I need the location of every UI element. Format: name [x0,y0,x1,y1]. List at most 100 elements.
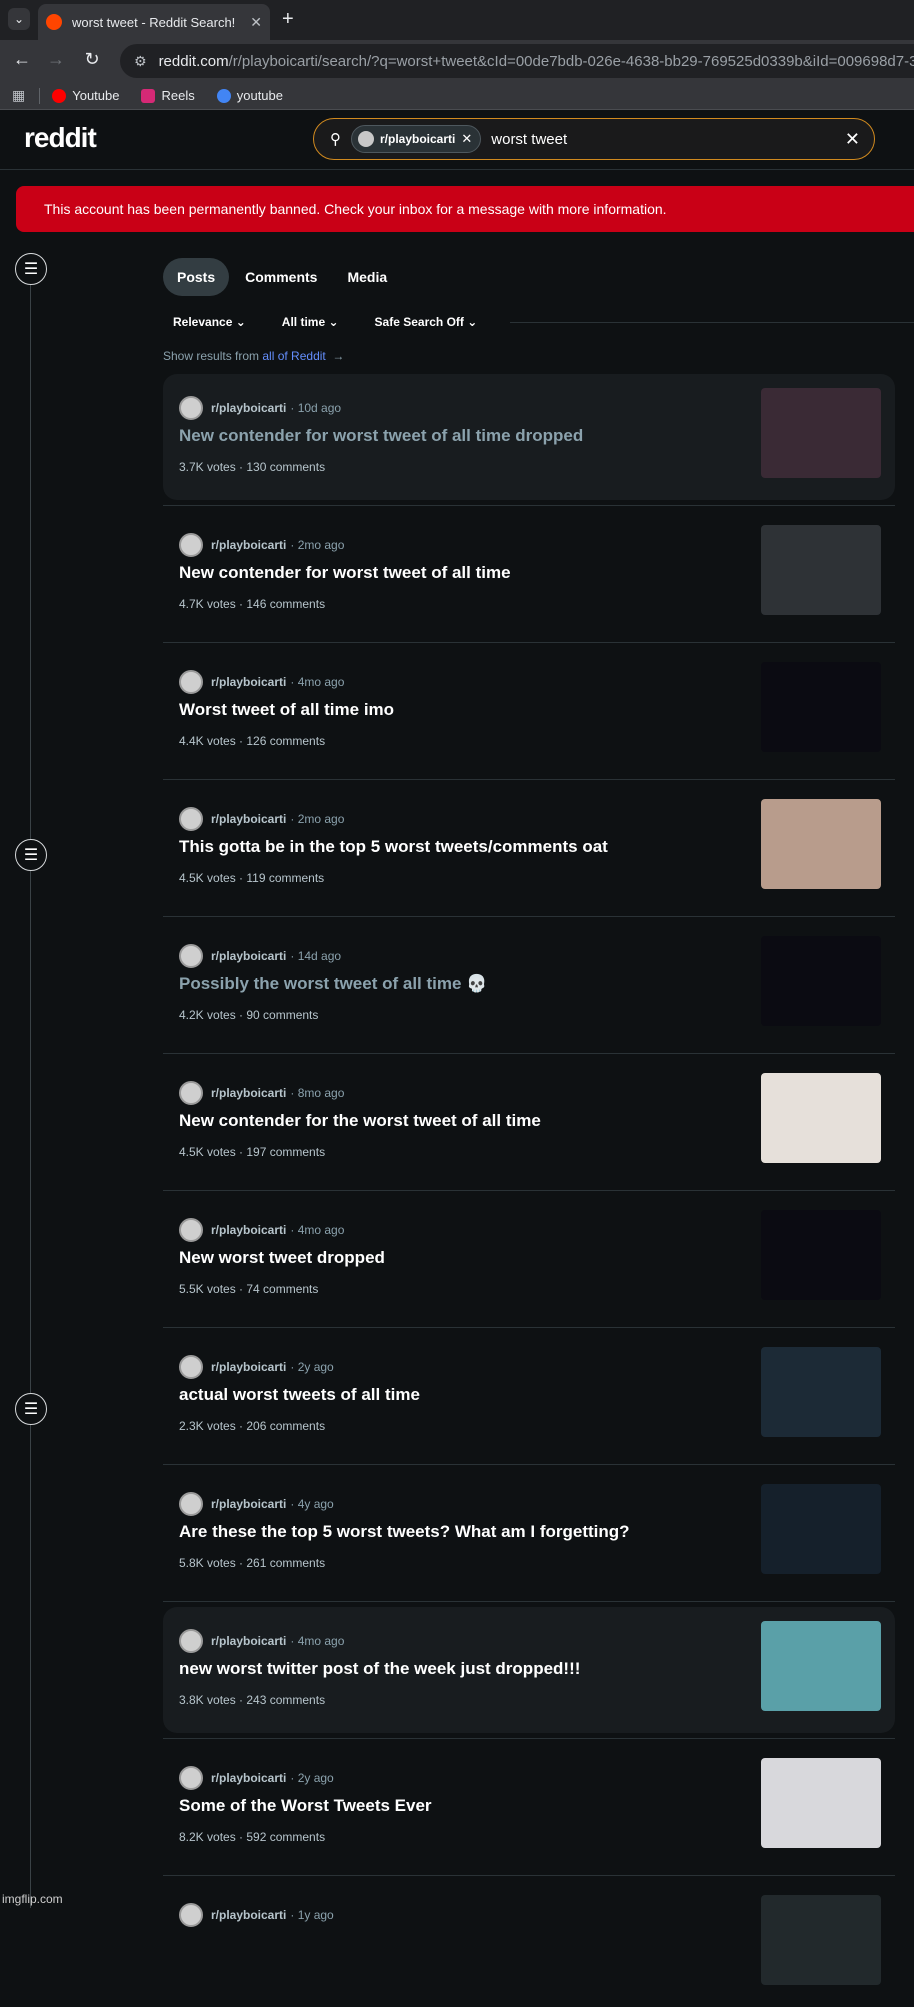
subreddit-name[interactable]: r/playboicarti [211,1223,286,1237]
subreddit-chip-label: r/playboicarti [380,132,455,146]
post-card[interactable]: r/playboicarti· 4mo agoWorst tweet of al… [163,648,895,774]
post-card[interactable]: r/playboicarti · 10d ago New contender for… [163,374,895,500]
post-card[interactable]: r/playboicarti· 14d agoPossibly the wors… [163,922,895,1048]
post-title[interactable]: Are these the top 5 worst tweets? What a… [179,1522,630,1542]
post-card[interactable]: r/playboicarti· 2mo agoNew contender for… [163,511,895,637]
post-subreddit: r/playboicarti· 2y ago [179,1355,334,1379]
subreddit-avatar[interactable] [179,1218,203,1242]
post-stats: 3.7K votes · 130 comments [179,460,325,474]
time-dropdown[interactable]: All time ⌄ [272,310,349,334]
subreddit-name[interactable]: r/playboicarti [211,1497,286,1511]
post-thumbnail[interactable] [761,388,881,478]
subreddit-avatar[interactable] [179,807,203,831]
post-card[interactable]: r/playboicarti· 4y agoAre these the top … [163,1470,895,1596]
bookmark-youtube-2[interactable]: youtube [217,88,283,103]
post-card[interactable]: r/playboicarti· 1y ago [163,1881,895,2007]
post-thumbnail[interactable] [761,1621,881,1711]
new-tab-icon[interactable]: + [282,8,294,31]
post-thumbnail[interactable] [761,1484,881,1574]
safe-search-dropdown[interactable]: Safe Search Off ⌄ [365,310,488,334]
all-of-reddit-link[interactable]: all of Reddit [262,349,325,363]
post-title[interactable]: Some of the Worst Tweets Ever [179,1796,432,1816]
menu-icon[interactable]: ☰ [15,1393,47,1425]
post-card[interactable]: r/playboicarti· 8mo agoNew contender for… [163,1059,895,1185]
post-thumbnail[interactable] [761,936,881,1026]
post-title[interactable]: new worst twitter post of the week just … [179,1659,580,1679]
subreddit-name[interactable]: r/playboicarti [211,812,286,826]
post-thumbnail[interactable] [761,1073,881,1163]
post-divider [163,1327,895,1328]
post-card[interactable]: r/playboicarti· 2y ago Some of the Worst … [163,1744,895,1870]
clear-search-icon[interactable]: ✕ [845,129,860,150]
post-thumbnail[interactable] [761,525,881,615]
subreddit-avatar[interactable] [179,1081,203,1105]
subreddit-filter-chip[interactable]: r/playboicarti ✕ [351,125,481,153]
instagram-icon [141,89,155,103]
address-bar[interactable]: ⚙ reddit.com/r/playboicarti/search/?q=wo… [120,44,914,78]
tab-media[interactable]: Media [333,258,401,296]
tab-posts[interactable]: Posts [163,258,229,296]
subreddit-name[interactable]: r/playboicarti [211,538,286,552]
post-thumbnail[interactable] [761,1895,881,1985]
bookmark-youtube[interactable]: Youtube [52,88,119,103]
back-icon[interactable]: ← [10,49,34,70]
subreddit-avatar[interactable] [179,670,203,694]
chip-remove-icon[interactable]: ✕ [461,131,472,147]
post-title[interactable]: New contender for worst tweet of all tim… [179,563,511,583]
subreddit-avatar[interactable] [179,533,203,557]
search-bar[interactable]: ⚲ r/playboicarti ✕ worst tweet ✕ [313,118,875,160]
subreddit-name[interactable]: r/playboicarti [211,1086,286,1100]
site-info-icon[interactable]: ⚙ [134,53,147,70]
post-divider [163,1053,895,1054]
post-card[interactable]: r/playboicarti· 4mo agoNew worst tweet d… [163,1196,895,1322]
subreddit-avatar[interactable] [179,1903,203,1927]
subreddit-avatar[interactable] [179,1355,203,1379]
post-age: · 10d ago [290,401,341,415]
tab-search-dropdown-icon[interactable]: ⌄ [8,8,30,30]
subreddit-avatar[interactable] [179,1629,203,1653]
reload-icon[interactable]: ↻ [80,49,104,70]
tab-close-icon[interactable]: ✕ [250,14,262,31]
subreddit-name[interactable]: r/playboicarti [211,949,286,963]
subreddit-name[interactable]: r/playboicarti [211,1908,286,1922]
search-input[interactable]: worst tweet [491,131,845,148]
forward-icon[interactable]: → [44,49,68,70]
tab-comments[interactable]: Comments [231,258,331,296]
browser-tab[interactable]: worst tweet - Reddit Search! ✕ [38,4,270,40]
sort-dropdown[interactable]: Relevance ⌄ [163,310,256,334]
post-title[interactable]: This gotta be in the top 5 worst tweets/… [179,837,608,857]
subreddit-name[interactable]: r/playboicarti [211,1771,286,1785]
arrow-right-icon[interactable]: → [332,349,344,363]
subreddit-name[interactable]: r/playboicarti [211,401,286,415]
post-card[interactable]: r/playboicarti· 2y ago actual worst tweet… [163,1333,895,1459]
globe-icon [217,89,231,103]
post-title[interactable]: New contender for worst tweet of all tim… [179,426,583,446]
subreddit-name[interactable]: r/playboicarti [211,1360,286,1374]
post-title[interactable]: Possibly the worst tweet of all time 💀 [179,974,487,994]
post-title[interactable]: New worst tweet dropped [179,1248,385,1268]
apps-grid-icon[interactable]: ▦ [12,87,25,104]
post-thumbnail[interactable] [761,1347,881,1437]
post-title[interactable]: New contender for the worst tweet of all… [179,1111,541,1131]
post-divider [163,779,895,780]
bookmark-reels[interactable]: Reels [141,88,194,103]
menu-icon[interactable]: ☰ [15,253,47,285]
post-card[interactable]: r/playboicarti· 2mo agoThis gotta be in … [163,785,895,911]
post-thumbnail[interactable] [761,1210,881,1300]
subreddit-avatar[interactable] [179,1492,203,1516]
post-thumbnail[interactable] [761,799,881,889]
subreddit-name[interactable]: r/playboicarti [211,1634,286,1648]
bookmark-label: youtube [237,88,283,103]
reddit-logo[interactable]: reddit [24,122,96,154]
post-title[interactable]: actual worst tweets of all time [179,1385,420,1405]
subreddit-avatar[interactable] [179,944,203,968]
post-card[interactable]: r/playboicarti· 4mo agonew worst twitter… [163,1607,895,1733]
subreddit-name[interactable]: r/playboicarti [211,675,286,689]
menu-icon[interactable]: ☰ [15,839,47,871]
post-title[interactable]: Worst tweet of all time imo [179,700,394,720]
post-subreddit: r/playboicarti· 2y ago [179,1766,334,1790]
post-thumbnail[interactable] [761,662,881,752]
subreddit-avatar[interactable] [179,1766,203,1790]
post-thumbnail[interactable] [761,1758,881,1848]
subreddit-avatar[interactable] [179,396,203,420]
